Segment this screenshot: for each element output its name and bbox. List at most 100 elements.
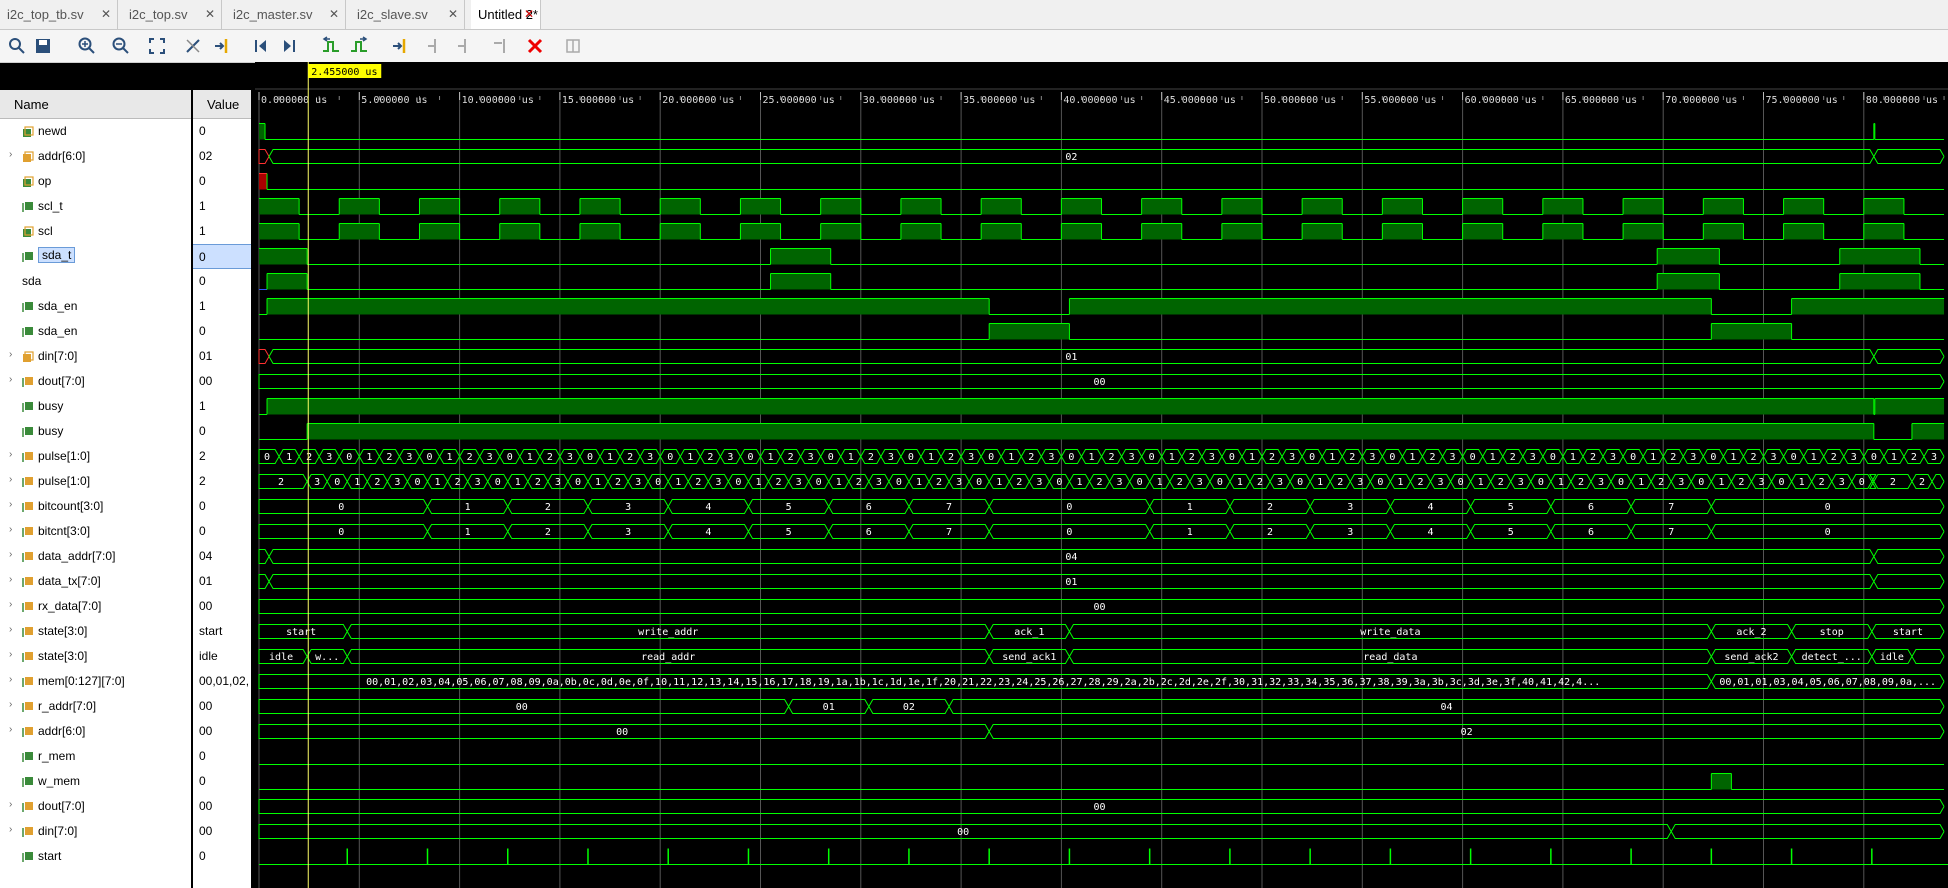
signal-value-cell[interactable]: 0 bbox=[193, 244, 251, 269]
signal-value-cell[interactable]: 00 bbox=[193, 719, 251, 744]
signal-value-cell[interactable]: 0 bbox=[193, 269, 251, 294]
signal-value-cell[interactable]: 04 bbox=[193, 544, 251, 569]
signal-row[interactable]: busy bbox=[0, 394, 191, 419]
signal-row[interactable]: › dout[7:0] bbox=[0, 369, 191, 394]
signal-row[interactable]: newd bbox=[0, 119, 191, 144]
signal-value-cell[interactable]: 00 bbox=[193, 819, 251, 844]
signal-row[interactable]: sda_en bbox=[0, 294, 191, 319]
signal-row[interactable]: sda_en bbox=[0, 319, 191, 344]
swap-cursors-icon[interactable] bbox=[490, 35, 512, 57]
editor-tab[interactable]: Untitled 2* ✕ bbox=[471, 0, 541, 29]
signal-row[interactable]: › state[3:0] bbox=[0, 619, 191, 644]
signal-value-cell[interactable]: 0 bbox=[193, 494, 251, 519]
expand-chevron-icon[interactable]: › bbox=[9, 499, 12, 510]
signal-value-cell[interactable]: 02 bbox=[193, 144, 251, 169]
signal-row[interactable]: sda bbox=[0, 269, 191, 294]
signal-value-cell[interactable]: 0 bbox=[193, 169, 251, 194]
add-marker-icon[interactable] bbox=[390, 35, 412, 57]
close-tab-icon[interactable]: ✕ bbox=[205, 0, 215, 29]
expand-chevron-icon[interactable]: › bbox=[9, 599, 12, 610]
expand-chevron-icon[interactable]: › bbox=[9, 524, 12, 535]
name-column-header[interactable]: Name bbox=[0, 90, 191, 119]
signal-value-cell[interactable]: 0 bbox=[193, 319, 251, 344]
zoom-out-icon[interactable] bbox=[110, 35, 132, 57]
signal-value-cell[interactable]: 1 bbox=[193, 219, 251, 244]
close-tab-icon[interactable]: ✕ bbox=[524, 0, 534, 29]
editor-tab[interactable]: i2c_master.sv ✕ bbox=[226, 0, 346, 29]
delete-icon[interactable] bbox=[524, 35, 546, 57]
signal-value-cell[interactable]: idle bbox=[193, 644, 251, 669]
signal-row[interactable]: › data_addr[7:0] bbox=[0, 544, 191, 569]
go-to-start-icon[interactable] bbox=[250, 35, 272, 57]
snap-icon[interactable] bbox=[562, 35, 584, 57]
go-to-end-icon[interactable] bbox=[278, 35, 300, 57]
save-icon[interactable] bbox=[32, 35, 54, 57]
signal-row[interactable]: › mem[0:127][7:0] bbox=[0, 669, 191, 694]
expand-chevron-icon[interactable]: › bbox=[9, 624, 12, 635]
signal-row[interactable]: busy bbox=[0, 419, 191, 444]
signal-value-cell[interactable]: 0 bbox=[193, 119, 251, 144]
search-icon[interactable] bbox=[6, 35, 28, 57]
signal-row[interactable]: w_mem bbox=[0, 769, 191, 794]
signal-row[interactable]: › r_addr[7:0] bbox=[0, 694, 191, 719]
signal-value-cell[interactable]: 0 bbox=[193, 744, 251, 769]
signal-row[interactable]: › addr[6:0] bbox=[0, 719, 191, 744]
signal-row[interactable]: op bbox=[0, 169, 191, 194]
signal-value-cell[interactable]: start bbox=[193, 619, 251, 644]
signal-row[interactable]: › bitcnt[3:0] bbox=[0, 519, 191, 544]
signal-value-cell[interactable]: 00 bbox=[193, 794, 251, 819]
signal-value-cell[interactable]: 00,01,02, bbox=[193, 669, 251, 694]
editor-tab[interactable]: i2c_top.sv ✕ bbox=[122, 0, 222, 29]
column-divider[interactable] bbox=[251, 90, 253, 888]
signal-row[interactable]: › pulse[1:0] bbox=[0, 444, 191, 469]
editor-tab[interactable]: i2c_slave.sv ✕ bbox=[350, 0, 465, 29]
zoom-in-icon[interactable] bbox=[76, 35, 98, 57]
close-tab-icon[interactable]: ✕ bbox=[329, 0, 339, 29]
signal-value-cell[interactable]: 00 bbox=[193, 369, 251, 394]
expand-chevron-icon[interactable]: › bbox=[9, 549, 12, 560]
signal-value-cell[interactable]: 1 bbox=[193, 194, 251, 219]
signal-value-cell[interactable]: 01 bbox=[193, 569, 251, 594]
next-marker-icon[interactable] bbox=[454, 35, 476, 57]
expand-chevron-icon[interactable]: › bbox=[9, 574, 12, 585]
expand-chevron-icon[interactable]: › bbox=[9, 449, 12, 460]
expand-chevron-icon[interactable]: › bbox=[9, 724, 12, 735]
expand-chevron-icon[interactable]: › bbox=[9, 374, 12, 385]
signal-row[interactable]: › pulse[1:0] bbox=[0, 469, 191, 494]
signal-value-cell[interactable]: 2 bbox=[193, 469, 251, 494]
signal-value-cell[interactable]: 0 bbox=[193, 769, 251, 794]
signal-value-cell[interactable]: 00 bbox=[193, 594, 251, 619]
expand-chevron-icon[interactable]: › bbox=[9, 699, 12, 710]
previous-transition-icon[interactable] bbox=[320, 35, 342, 57]
signal-value-cell[interactable]: 2 bbox=[193, 444, 251, 469]
signal-row[interactable]: sda_t bbox=[0, 244, 191, 269]
waveform-canvas[interactable]: 0.000000 us 5.000000 us 10.000000 us 15.000… bbox=[255, 62, 1948, 888]
signal-row[interactable]: › bitcount[3:0] bbox=[0, 494, 191, 519]
expand-chevron-icon[interactable]: › bbox=[9, 649, 12, 660]
zoom-fit-icon[interactable] bbox=[146, 35, 168, 57]
signal-value-cell[interactable]: 0 bbox=[193, 519, 251, 544]
signal-row[interactable]: › addr[6:0] bbox=[0, 144, 191, 169]
signal-row[interactable]: › state[3:0] bbox=[0, 644, 191, 669]
signal-value-cell[interactable]: 00 bbox=[193, 694, 251, 719]
expand-chevron-icon[interactable]: › bbox=[9, 824, 12, 835]
signal-value-cell[interactable]: 1 bbox=[193, 294, 251, 319]
expand-chevron-icon[interactable]: › bbox=[9, 149, 12, 160]
signal-row[interactable]: r_mem bbox=[0, 744, 191, 769]
signal-row[interactable]: › din[7:0] bbox=[0, 819, 191, 844]
next-transition-icon[interactable] bbox=[348, 35, 370, 57]
expand-chevron-icon[interactable]: › bbox=[9, 474, 12, 485]
close-tab-icon[interactable]: ✕ bbox=[448, 0, 458, 29]
signal-value-cell[interactable]: 0 bbox=[193, 419, 251, 444]
close-tab-icon[interactable]: ✕ bbox=[101, 0, 111, 29]
value-column-header[interactable]: Value bbox=[193, 90, 251, 119]
signal-row[interactable]: scl bbox=[0, 219, 191, 244]
editor-tab[interactable]: i2c_top_tb.sv ✕ bbox=[0, 0, 118, 29]
signal-value-cell[interactable]: 0 bbox=[193, 844, 251, 869]
signal-row[interactable]: scl_t bbox=[0, 194, 191, 219]
add-marker-icon[interactable] bbox=[212, 35, 234, 57]
signal-row[interactable]: › dout[7:0] bbox=[0, 794, 191, 819]
signal-value-cell[interactable]: 1 bbox=[193, 394, 251, 419]
signal-row[interactable]: › rx_data[7:0] bbox=[0, 594, 191, 619]
expand-chevron-icon[interactable]: › bbox=[9, 674, 12, 685]
